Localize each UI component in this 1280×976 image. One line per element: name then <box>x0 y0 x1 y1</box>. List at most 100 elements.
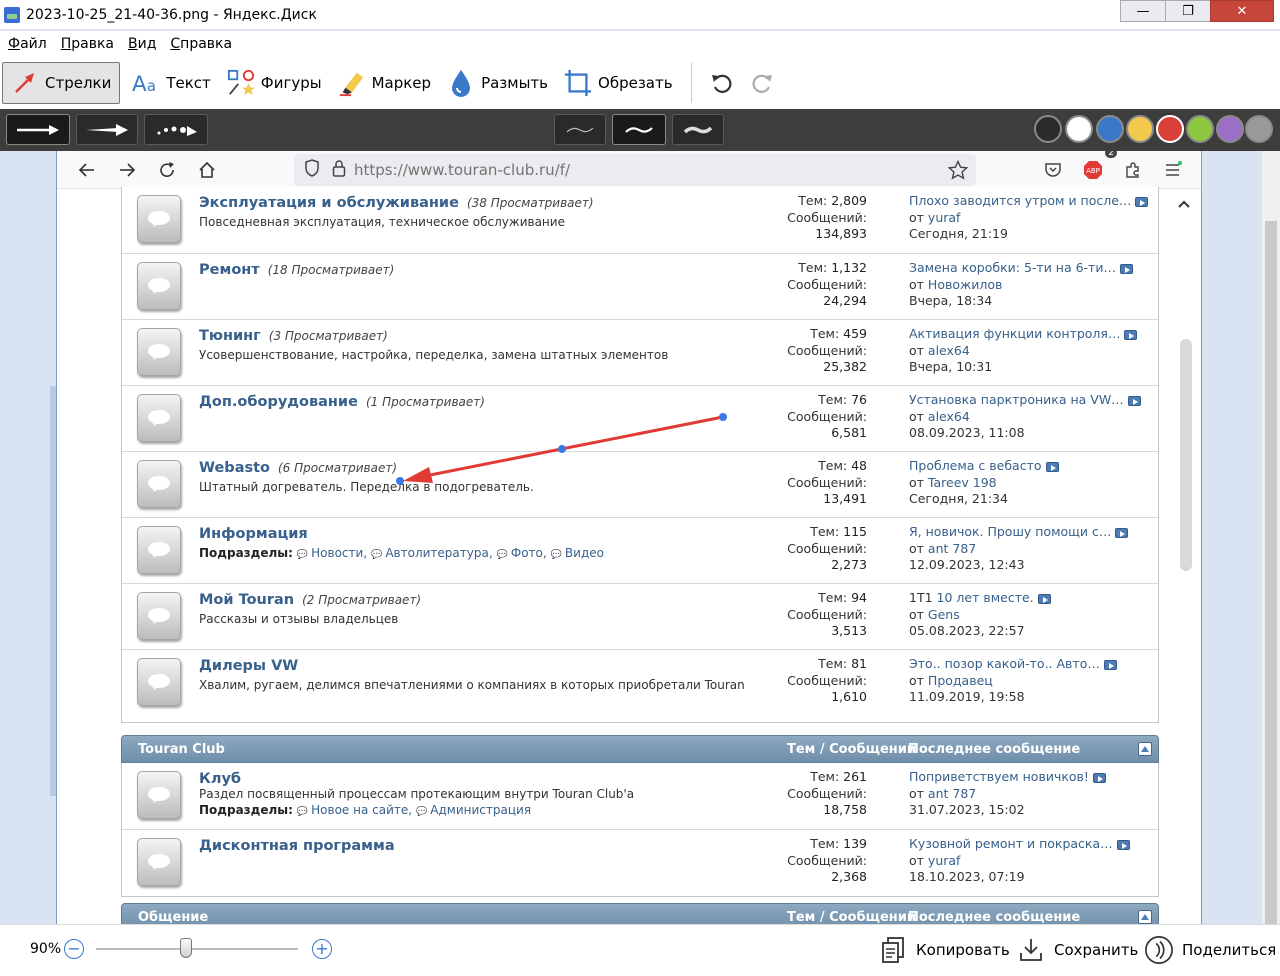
last-post-link[interactable]: Проблема с вебасто <box>909 458 1042 473</box>
last-post-link[interactable]: Установка парктроника на VW… <box>909 392 1124 407</box>
last-post-user[interactable]: Tareev 198 <box>928 475 997 490</box>
last-post-link[interactable]: Активация функции контроля… <box>909 326 1120 341</box>
home-button[interactable] <box>187 152 227 188</box>
minimize-button[interactable]: — <box>1120 0 1166 22</box>
last-post-link[interactable]: Замена коробки: 5-ти на 6-ти… <box>909 260 1116 275</box>
tool-blur[interactable]: Размыть <box>439 62 556 104</box>
tool-shapes[interactable]: Фигуры <box>219 62 330 104</box>
forum-title[interactable]: Клуб <box>199 771 241 787</box>
back-button[interactable] <box>67 152 107 188</box>
collapse-icon[interactable] <box>1138 910 1152 924</box>
shield-icon[interactable] <box>304 159 320 181</box>
close-button[interactable]: ✕ <box>1210 0 1274 22</box>
reload-button[interactable] <box>147 152 187 188</box>
pocket-button[interactable] <box>1033 152 1073 188</box>
forum-title[interactable]: Доп.оборудование (1 Просматривает) <box>199 394 485 410</box>
color-white[interactable] <box>1065 115 1093 143</box>
last-post-link[interactable]: Поприветствуем новичков! <box>909 769 1089 784</box>
color-yellow[interactable] <box>1126 115 1154 143</box>
color-gray[interactable] <box>1245 115 1273 143</box>
last-post-user[interactable]: Gens <box>928 607 960 622</box>
adblock-button[interactable]: ABP 2 <box>1073 151 1117 188</box>
category-title[interactable]: Touran Club <box>138 742 225 757</box>
color-blue[interactable] <box>1096 115 1124 143</box>
last-post-user[interactable]: ant 787 <box>928 786 976 801</box>
goto-last-post-icon[interactable] <box>1116 839 1130 850</box>
forum-title[interactable]: Тюнинг (3 Просматривает) <box>199 328 388 344</box>
last-post-user[interactable]: alex64 <box>928 343 970 358</box>
last-post-link[interactable]: Плохо заводится утром и после… <box>909 193 1131 208</box>
editor-scrollbar-thumb[interactable] <box>1265 221 1277 926</box>
line-medium[interactable] <box>612 114 666 145</box>
menu-edit[interactable]: Правка <box>61 36 114 52</box>
menu-help[interactable]: Справка <box>170 36 232 52</box>
zoom-out-button[interactable]: − <box>64 939 84 959</box>
goto-last-post-icon[interactable] <box>1115 527 1129 538</box>
last-post-user[interactable]: Новожилов <box>928 277 1002 292</box>
last-post-link[interactable]: Это.. позор какой-то.. Авто… <box>909 656 1100 671</box>
color-red[interactable] <box>1156 115 1184 143</box>
maximize-button[interactable]: ❐ <box>1165 0 1211 22</box>
goto-last-post-icon[interactable] <box>1124 329 1138 340</box>
color-black[interactable] <box>1034 115 1062 143</box>
forum-title[interactable]: Эксплуатация и обслуживание (38 Просматри… <box>199 195 594 211</box>
arrow-style-dotted[interactable] <box>144 114 208 145</box>
editor-scrollbar[interactable] <box>1262 151 1280 926</box>
line-thin[interactable] <box>554 114 606 145</box>
forum-title[interactable]: Информация <box>199 526 308 542</box>
redo-button[interactable] <box>742 63 782 103</box>
goto-last-post-icon[interactable] <box>1092 772 1106 783</box>
subforum-link[interactable]: Новое на сайте, <box>293 803 412 817</box>
tool-marker[interactable]: Маркер <box>330 62 439 104</box>
last-post-link[interactable]: Кузовной ремонт и покраска… <box>909 836 1113 851</box>
forum-title[interactable]: Ремонт (18 Просматривает) <box>199 262 394 278</box>
menu-file[interactable]: Файл <box>8 36 47 52</box>
last-post-user[interactable]: yuraf <box>928 853 961 868</box>
tool-arrows[interactable]: Стрелки <box>2 62 121 104</box>
forum-title[interactable]: Дилеры VW <box>199 658 298 674</box>
last-post-user[interactable]: yuraf <box>928 210 961 225</box>
url-text[interactable]: https://www.touran-club.ru/f/ <box>354 161 570 179</box>
subforum-link[interactable]: Автолитература, <box>367 546 493 560</box>
lock-icon[interactable] <box>332 159 346 181</box>
line-thick[interactable] <box>672 114 724 145</box>
page-scrollbar-thumb[interactable] <box>1180 339 1192 571</box>
goto-last-post-icon[interactable] <box>1127 395 1141 406</box>
tool-crop[interactable]: Обрезать <box>556 62 681 104</box>
goto-last-post-icon[interactable] <box>1119 263 1133 274</box>
extensions-button[interactable] <box>1113 152 1153 188</box>
forward-button[interactable] <box>107 152 147 188</box>
goto-last-post-icon[interactable] <box>1135 196 1149 207</box>
page-scrollbar[interactable] <box>1167 189 1201 924</box>
tool-text[interactable]: Aa Текст <box>124 62 218 104</box>
goto-last-post-icon[interactable] <box>1103 659 1117 670</box>
url-bar[interactable]: https://www.touran-club.ru/f/ <box>294 154 976 186</box>
subforum-link[interactable]: Фото, <box>493 546 547 560</box>
zoom-slider-knob[interactable] <box>180 938 192 958</box>
last-post-link[interactable]: 10 лет вместе. <box>937 590 1034 605</box>
color-purple[interactable] <box>1216 115 1244 143</box>
last-post-link[interactable]: Я, новичок. Прошу помощи с… <box>909 524 1111 539</box>
undo-button[interactable] <box>702 63 742 103</box>
forum-title[interactable]: Webasto (6 Просматривает) <box>199 460 397 476</box>
app-menu-button[interactable] <box>1153 152 1193 188</box>
forum-title[interactable]: Мой Touran (2 Просматривает) <box>199 592 421 608</box>
arrow-style-straight[interactable] <box>6 114 70 145</box>
color-green[interactable] <box>1186 115 1214 143</box>
last-post-user[interactable]: alex64 <box>928 409 970 424</box>
zoom-in-button[interactable]: + <box>312 939 332 959</box>
share-button[interactable]: Поделиться <box>1144 933 1276 967</box>
save-button[interactable]: Сохранить <box>1016 933 1138 967</box>
last-post-user[interactable]: ant 787 <box>928 541 976 556</box>
menu-view[interactable]: Вид <box>128 36 156 52</box>
copy-button[interactable]: Копировать <box>878 933 1010 967</box>
subforum-link[interactable]: Новости, <box>293 546 367 560</box>
forum-title[interactable]: Дисконтная программа <box>199 838 395 854</box>
category-title[interactable]: Общение <box>138 910 208 924</box>
last-post-user[interactable]: Продавец <box>928 673 993 688</box>
zoom-slider[interactable] <box>96 948 298 950</box>
subforum-link[interactable]: Администрация <box>412 803 531 817</box>
goto-last-post-icon[interactable] <box>1045 461 1059 472</box>
screenshot-image[interactable]: https://www.touran-club.ru/f/ ABP 2 Эксп… <box>56 151 1202 924</box>
arrow-style-tapered[interactable] <box>76 114 138 145</box>
